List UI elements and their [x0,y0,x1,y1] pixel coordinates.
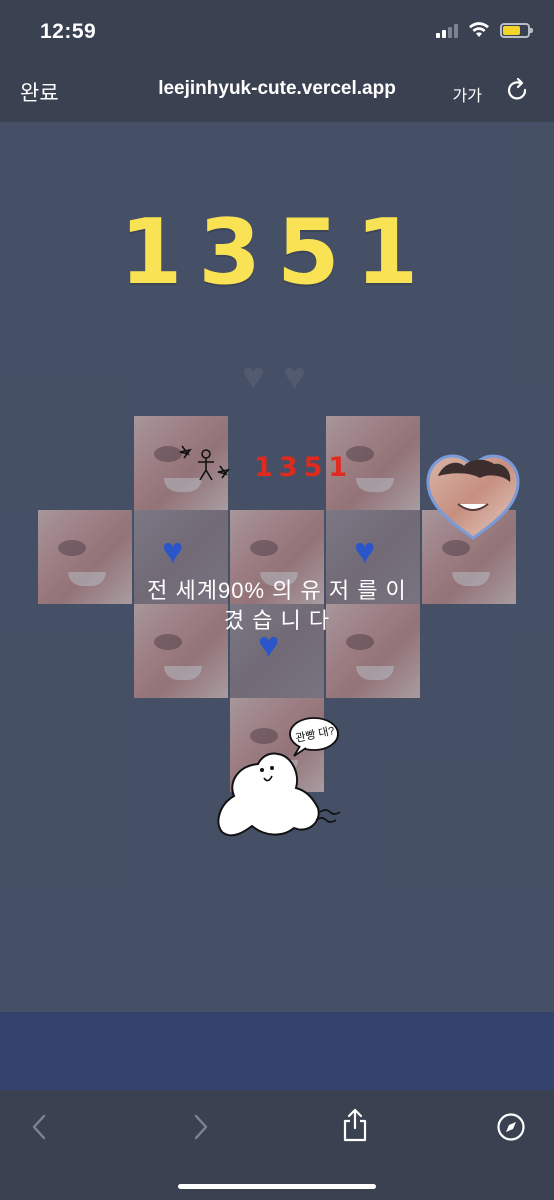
result-message: 전 세계90% 의 유 저 를 이 겼 습 니 다 [110,576,444,636]
status-bar: 12:59 [0,0,554,64]
home-indicator [178,1184,376,1189]
heart-photo-sticker [426,454,520,540]
wifi-icon [469,22,489,37]
blue-heart-icon: ♥ [162,530,184,571]
result-message-line2: 겼 습 니 다 [223,608,331,633]
faded-background-title: ♥ ♥ [242,356,310,398]
status-icons [436,22,533,38]
reload-icon[interactable] [506,78,530,104]
battery-icon [500,22,533,38]
result-message-line1: 전 세계90% 의 유 저 를 이 [147,578,407,603]
text-size-button[interactable]: 가가 [453,82,482,106]
status-time: 12:59 [40,20,97,43]
page-bottom-band [0,1012,554,1090]
blue-heart-icon: ♥ [354,530,376,571]
forward-icon[interactable] [184,1112,214,1142]
share-icon[interactable] [340,1108,370,1142]
mini-score: 1351 [254,452,354,483]
browser-nav-bar: 완료 leejinhyuk-cute.vercel.app 가가 [0,64,554,122]
score-display: 1351 [119,200,435,305]
back-icon[interactable] [26,1112,56,1142]
stick-figure-doodle [179,445,230,481]
compass-icon[interactable] [496,1112,526,1142]
cellular-signal-icon [436,22,458,38]
